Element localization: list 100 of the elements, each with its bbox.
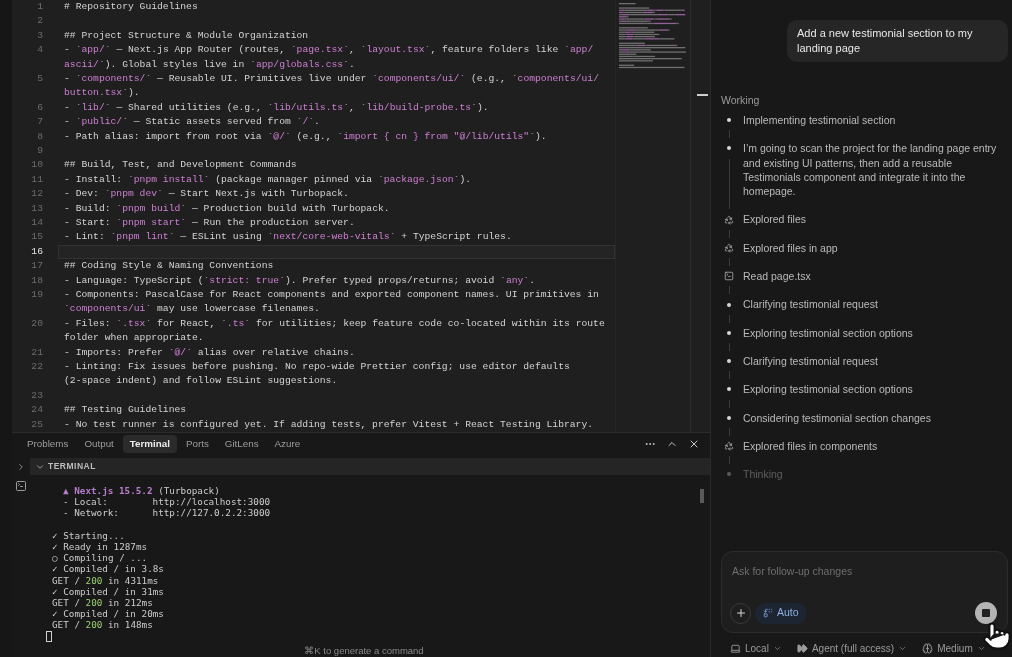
line-number: 20	[31, 316, 43, 331]
terminal-cursor	[46, 631, 52, 643]
fast-forward-icon	[796, 643, 808, 654]
timeline-connector	[728, 158, 730, 210]
line-number: 12	[31, 187, 43, 202]
step-text: Thinking	[743, 467, 783, 482]
terminal-line: ✓ Compiled / in 20ms	[52, 608, 164, 620]
line-number: 18	[31, 273, 43, 288]
step-text: Explored files in components	[743, 438, 878, 454]
panel-tab[interactable]: Terminal	[122, 434, 177, 453]
step-text: Explored files in app	[743, 240, 838, 256]
composer[interactable]: Ask for follow-up changes Auto	[721, 551, 1008, 633]
terminal-square-icon	[724, 271, 734, 282]
recycle-icon	[724, 441, 734, 451]
terminal-line: ✓ Starting...	[52, 529, 125, 541]
user-message: Add a new testimonial section to my landing page	[787, 20, 1008, 62]
code-line: - `components/` — Reusable UI. Primitives live under `components/ui/` (e.g., `components/ui/	[64, 72, 599, 86]
brain-icon	[922, 643, 934, 654]
section-header[interactable]: TERMINAL	[30, 458, 710, 475]
code-line: - Language: TypeScript (`strict: true`). Prefer typed props/returns; avoid `any`.	[64, 273, 535, 288]
stop-icon	[982, 609, 990, 617]
code-line: ## Project Structure & Module Organization	[64, 28, 309, 43]
code-line: button.tsx`).	[64, 86, 140, 101]
chevron-right-icon[interactable]	[16, 462, 26, 472]
terminal-line: ✓ Ready in 1287ms	[52, 540, 148, 553]
timeline-connector	[728, 399, 730, 408]
panel-tab[interactable]: Ports	[178, 434, 216, 453]
line-number: 14	[31, 216, 43, 231]
panel-tab[interactable]: Output	[77, 434, 121, 453]
line-number: 19	[31, 288, 43, 303]
line-number: 16	[31, 244, 43, 259]
line-number: 4	[37, 43, 43, 58]
terminal-line: - Local: http://localhost:3000	[63, 496, 271, 508]
code-line: ## Build, Test, and Development Commands	[64, 158, 297, 173]
terminal-line: - Network: http://127.0.2.2:3000	[63, 507, 271, 519]
code-line: folder when appropriate.	[64, 331, 204, 346]
terminal-hint: ⌘K to generate a command	[304, 645, 424, 656]
terminal-icon[interactable]	[15, 480, 27, 492]
line-number: 15	[31, 230, 43, 245]
laptop-icon	[730, 643, 741, 654]
line-number: 7	[37, 115, 43, 130]
line-number: 2	[37, 14, 43, 29]
step-text: Exploring testimonial section options	[743, 325, 913, 340]
timeline-connector	[728, 342, 730, 351]
timeline-connector	[728, 371, 730, 380]
scrollbar-thumb[interactable]	[700, 489, 704, 503]
terminal-line: ○ Compiling / ...	[52, 552, 148, 564]
code-line: (2-space indent) and follow ESLint suggestions.	[64, 374, 338, 389]
footer-dropdown[interactable]: Medium	[922, 641, 986, 656]
recycle-icon	[724, 214, 734, 225]
code-line: - Files: `.tsx` for React, `.ts` for utilities; keep feature code co-located within its route	[64, 316, 605, 331]
status-label: Working	[721, 93, 760, 107]
terminal-line: ✓ Compiled / in 31ms	[52, 585, 164, 597]
step-text: Implementing testimonial section	[743, 113, 896, 128]
line-number: 22	[31, 360, 43, 375]
code-line: ## Testing Guidelines	[64, 403, 187, 418]
step-text: Clarifying testimonial request	[743, 353, 878, 369]
line-number: 11	[31, 172, 43, 187]
cursor-position-marker	[697, 94, 708, 96]
panel-tab[interactable]: Problems	[20, 434, 76, 453]
code-line: - Start: `pnpm start` — Run the production server.	[64, 216, 355, 231]
mode-button[interactable]: Auto	[755, 602, 807, 624]
code-line: - Components: PascalCase for React components and exported component names. UI primitives in	[64, 288, 599, 303]
panel-tab[interactable]: Azure	[267, 434, 308, 453]
code-line: - No test runner is configured yet. If adding tests, prefer Vitest + React Testing Library.	[64, 417, 594, 432]
footer-dropdown[interactable]: Agent (full access)	[796, 641, 908, 656]
panel-tab[interactable]: GitLens	[217, 434, 266, 453]
line-number: 23	[31, 388, 43, 403]
line-number: 25	[31, 417, 43, 432]
terminal-line: ▲ Next.js 15.5.2 (Turbopack)	[63, 485, 220, 497]
line-number: 24	[31, 403, 43, 418]
line-number: 5	[37, 72, 43, 86]
stop-button[interactable]	[975, 602, 997, 624]
squares-arrow-icon	[763, 608, 773, 618]
chevron-down-icon	[976, 644, 986, 653]
line-number: 8	[37, 129, 43, 144]
line-number: 21	[31, 345, 43, 360]
terminal-line: GET / 200 in 4311ms	[52, 574, 159, 586]
timeline-connector	[728, 427, 730, 436]
code-line: - Lint: `pnpm lint` — ESLint using `next/core-web-vitals` + TypeScript rules.	[64, 230, 512, 245]
code-line: - `public/` — Static assets served from `/`.	[64, 115, 320, 130]
line-number: 17	[31, 259, 43, 274]
follow-up-input[interactable]: Ask for follow-up changes	[730, 564, 999, 592]
code-line: # Repository Guidelines	[64, 0, 198, 14]
timeline-connector	[728, 258, 730, 267]
step-text: Explored files	[743, 212, 807, 227]
code-line: - `lib/` — Shared utilities (e.g., `lib/utils.ts`, `lib/build-probe.ts`).	[64, 100, 489, 115]
terminal-line: ✓ Compiled / in 3.8s	[52, 563, 164, 575]
line-number: 10	[31, 158, 43, 173]
line-number: 13	[31, 201, 43, 216]
code-line: - `app/` — Next.js App Router (routes, `page.tsx`, `layout.tsx`, feature folders like `app/	[64, 43, 594, 58]
timeline-connector	[728, 456, 730, 465]
code-line: `components/ui` may use lowercase filenames.	[64, 302, 320, 317]
step-text: Considering testimonial section changes	[743, 410, 931, 425]
code-line: ascii/`). Global styles live in `app/globals.css`.	[64, 57, 355, 72]
line-number: 1	[37, 0, 43, 14]
step-text: Clarifying testimonial request	[743, 297, 878, 312]
line-number: 3	[37, 28, 43, 43]
timeline-connector	[728, 286, 730, 295]
footer-dropdown[interactable]: Local	[730, 641, 782, 656]
